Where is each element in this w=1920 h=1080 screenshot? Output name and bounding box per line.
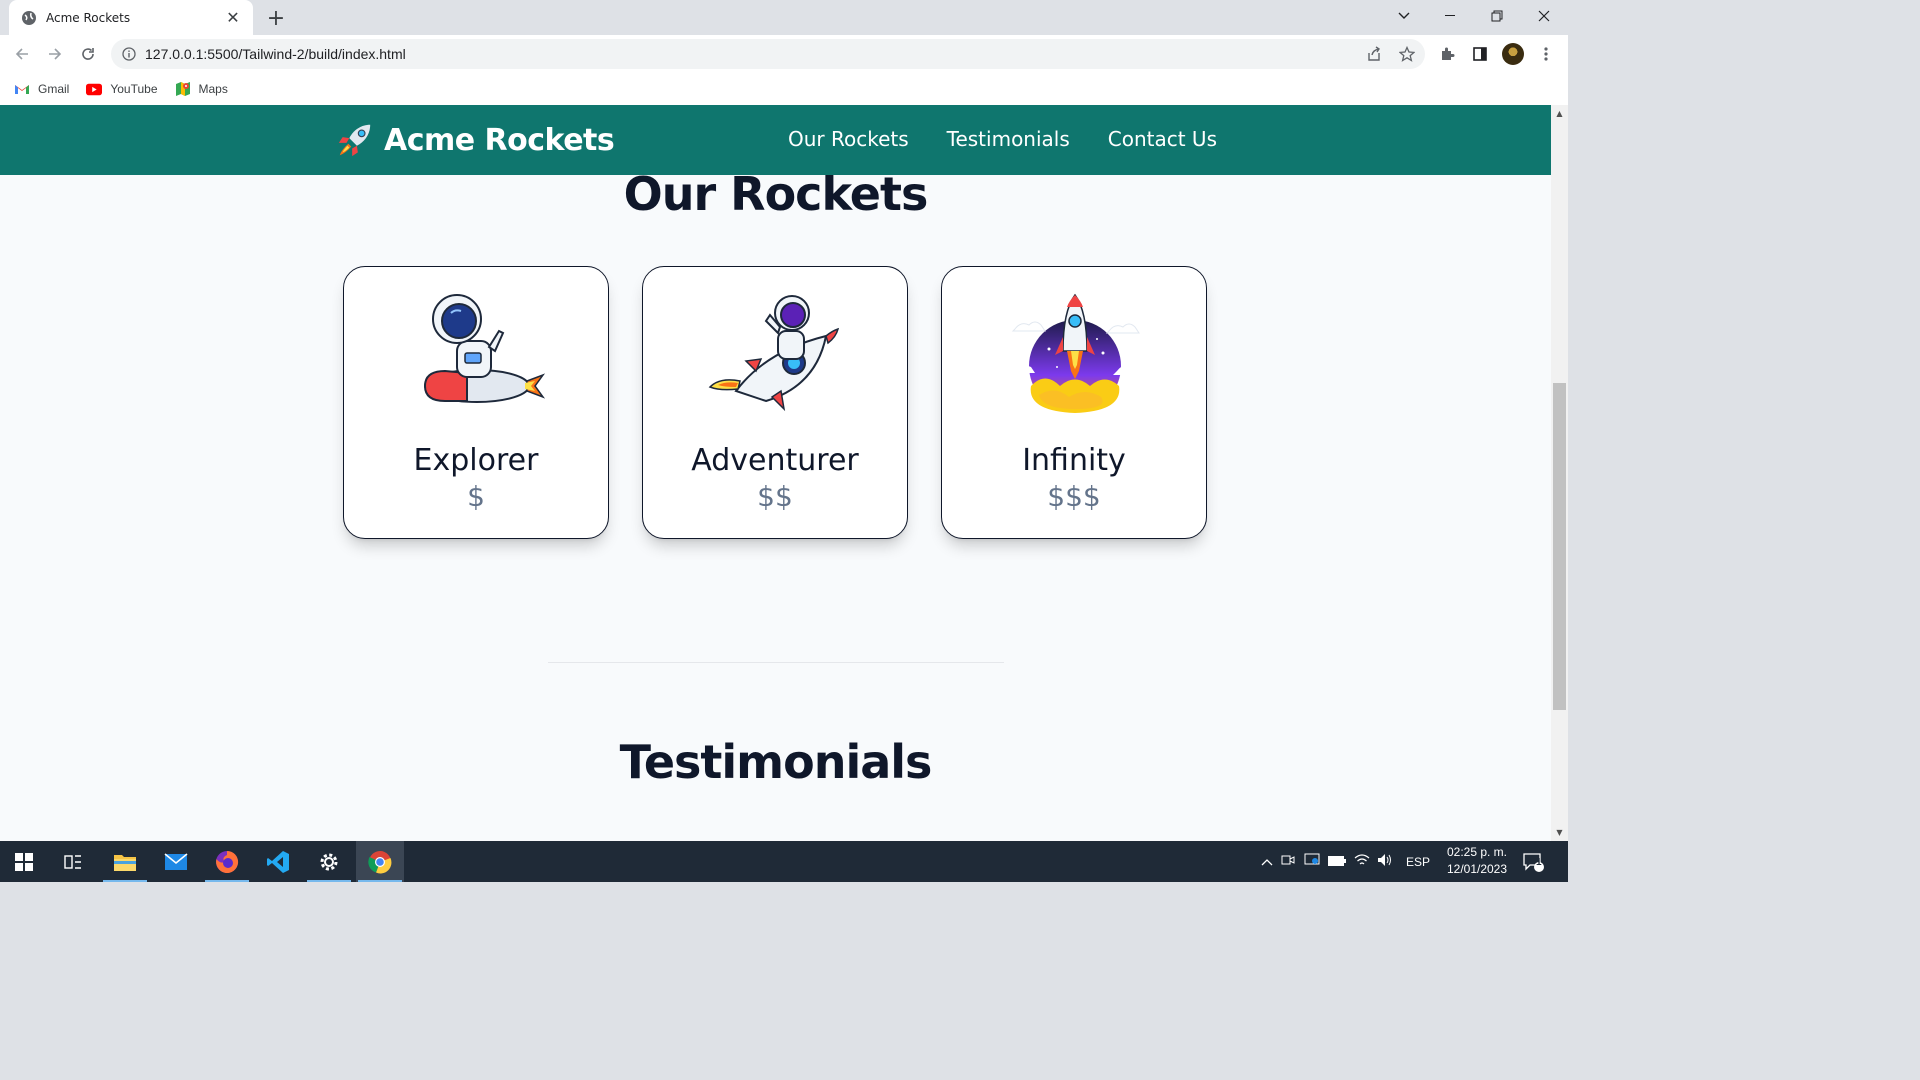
bookmark-youtube[interactable]: YouTube bbox=[86, 81, 158, 97]
scroll-down-arrow-icon[interactable]: ▼ bbox=[1551, 824, 1568, 841]
bookmark-label: Gmail bbox=[38, 82, 70, 96]
maps-icon bbox=[175, 81, 191, 97]
rocket-price: $$ bbox=[757, 480, 793, 513]
rocket-logo-icon bbox=[338, 124, 371, 157]
bookmarks-bar: Gmail YouTube Maps bbox=[0, 73, 1568, 105]
testimonials-heading: Testimonials bbox=[619, 735, 933, 789]
globe-icon bbox=[21, 10, 37, 26]
tab-strip: Acme Rockets ✕ + bbox=[0, 0, 1568, 35]
url-text: 127.0.0.1:5500/Tailwind-2/build/index.ht… bbox=[145, 46, 406, 62]
rocket-name: Explorer bbox=[413, 443, 539, 478]
rocket-name: Adventurer bbox=[691, 443, 859, 478]
rocket-card-explorer[interactable]: Explorer $ bbox=[343, 266, 609, 539]
nav-contact-us[interactable]: Contact Us bbox=[1108, 127, 1217, 151]
task-view-icon[interactable] bbox=[49, 841, 97, 882]
share-icon[interactable] bbox=[1359, 39, 1389, 69]
address-bar[interactable]: 127.0.0.1:5500/Tailwind-2/build/index.ht… bbox=[111, 39, 1425, 69]
file-explorer-icon[interactable] bbox=[101, 841, 149, 882]
site-info-icon[interactable] bbox=[121, 46, 137, 62]
rocket-price: $$$ bbox=[1047, 480, 1101, 513]
youtube-icon bbox=[86, 81, 103, 97]
windows-taskbar: ESP 02:25 p. m. 12/01/2023 1 bbox=[0, 841, 1568, 882]
language-indicator[interactable]: ESP bbox=[1406, 855, 1430, 869]
system-tray: ESP bbox=[1258, 841, 1430, 882]
browser-tab[interactable]: Acme Rockets ✕ bbox=[9, 0, 253, 35]
bookmark-maps[interactable]: Maps bbox=[175, 81, 228, 97]
rocket-launch-icon bbox=[1011, 293, 1140, 413]
scroll-up-arrow-icon[interactable]: ▲ bbox=[1551, 105, 1568, 122]
side-panel-icon[interactable] bbox=[1465, 39, 1495, 69]
bookmark-gmail[interactable]: Gmail bbox=[14, 81, 69, 97]
firefox-icon[interactable] bbox=[203, 841, 251, 882]
back-arrow-icon[interactable] bbox=[7, 39, 37, 69]
vscode-icon[interactable] bbox=[254, 841, 302, 882]
bookmark-star-icon[interactable] bbox=[1392, 39, 1422, 69]
mail-icon[interactable] bbox=[152, 841, 200, 882]
meet-icon[interactable] bbox=[1276, 853, 1300, 870]
volume-icon[interactable] bbox=[1374, 853, 1396, 870]
rocket-card-infinity[interactable]: Infinity $$$ bbox=[941, 266, 1207, 539]
scrollbar-thumb[interactable] bbox=[1553, 383, 1566, 710]
astronaut-riding-rocket-icon bbox=[423, 294, 546, 403]
rocket-name: Infinity bbox=[1022, 443, 1126, 478]
tab-close-icon[interactable]: ✕ bbox=[223, 8, 243, 27]
settings-gear-icon[interactable] bbox=[305, 841, 353, 882]
nav-testimonials[interactable]: Testimonials bbox=[947, 127, 1070, 151]
site-nav: Our Rockets Testimonials Contact Us bbox=[788, 127, 1217, 151]
chrome-icon[interactable] bbox=[356, 841, 404, 882]
site-logo[interactable]: Acme Rockets bbox=[336, 121, 615, 159]
bookmark-label: Maps bbox=[198, 82, 228, 96]
nav-our-rockets[interactable]: Our Rockets bbox=[788, 127, 909, 151]
gmail-icon bbox=[14, 81, 30, 97]
menu-dots-icon[interactable] bbox=[1531, 39, 1561, 69]
rocket-card-adventurer[interactable]: Adventurer $$ bbox=[642, 266, 908, 539]
forward-arrow-icon[interactable] bbox=[40, 39, 70, 69]
tab-search-icon[interactable] bbox=[1381, 0, 1427, 32]
battery-icon[interactable] bbox=[1324, 855, 1350, 869]
display-icon[interactable] bbox=[1300, 853, 1324, 870]
restore-icon[interactable] bbox=[1474, 0, 1520, 32]
clock-time: 02:25 p. m. bbox=[1446, 845, 1508, 859]
wifi-icon[interactable] bbox=[1350, 853, 1374, 870]
site-header: Acme Rockets Our Rockets Testimonials Co… bbox=[0, 105, 1551, 175]
clock-date: 12/01/2023 bbox=[1446, 862, 1508, 876]
page-scrollbar[interactable]: ▲ ▼ bbox=[1551, 105, 1568, 841]
bookmark-label: YouTube bbox=[110, 82, 158, 96]
profile-avatar[interactable] bbox=[1498, 39, 1528, 69]
tab-title: Acme Rockets bbox=[46, 10, 131, 25]
close-window-icon[interactable] bbox=[1521, 0, 1567, 32]
notification-center-icon[interactable]: 1 bbox=[1522, 841, 1544, 882]
rocket-price: $ bbox=[467, 480, 485, 513]
rocket-cards: Explorer $ Adventurer $$ Infinity $$$ bbox=[343, 266, 1207, 539]
our-rockets-heading: Our Rockets bbox=[623, 167, 929, 221]
chevron-up-icon[interactable] bbox=[1258, 855, 1276, 869]
notification-count: 1 bbox=[1536, 857, 1542, 868]
new-tab-button[interactable]: + bbox=[262, 4, 290, 32]
taskbar-clock[interactable]: 02:25 p. m. 12/01/2023 bbox=[1440, 844, 1514, 878]
extensions-icon[interactable] bbox=[1432, 39, 1462, 69]
brand-name: Acme Rockets bbox=[384, 122, 615, 158]
astronaut-flying-rocket-icon bbox=[708, 295, 840, 412]
reload-icon[interactable] bbox=[73, 39, 103, 69]
minimize-icon[interactable] bbox=[1427, 0, 1473, 32]
section-divider bbox=[548, 662, 1004, 663]
page-viewport[interactable]: Acme Rockets Our Rockets Testimonials Co… bbox=[0, 105, 1551, 841]
browser-toolbar: 127.0.0.1:5500/Tailwind-2/build/index.ht… bbox=[0, 35, 1568, 73]
windows-start-icon[interactable] bbox=[0, 841, 48, 882]
